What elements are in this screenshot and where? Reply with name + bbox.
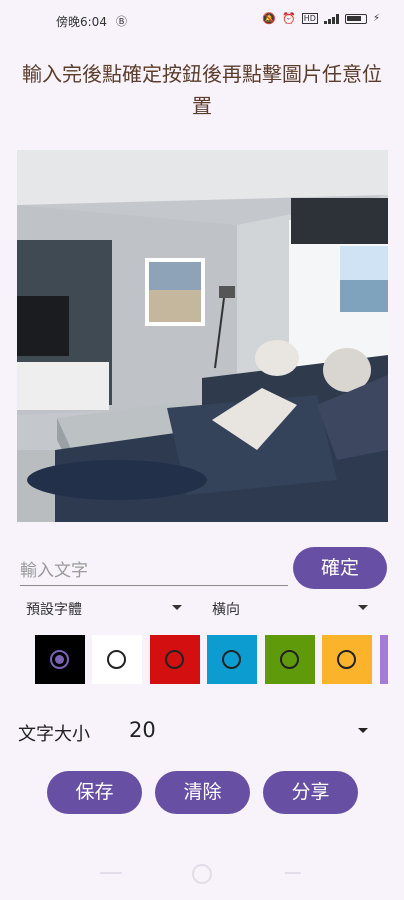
orientation-dropdown[interactable]: 橫向 [212,599,368,623]
chevron-down-icon [172,605,182,610]
color-swatch-green[interactable] [265,635,315,684]
text-size-label: 文字大小 [18,724,90,745]
color-radio [50,650,69,669]
hd-icon: HD [301,13,318,24]
color-swatch-red[interactable] [150,635,200,684]
confirm-button[interactable]: 確定 [293,547,387,589]
color-radio [337,650,356,669]
status-bar: 傍晚6:04 Ⓑ 🔕 ⏰ HD ⚡ [0,0,404,40]
system-nav-bar [0,850,404,900]
color-swatch-white[interactable] [92,635,142,684]
color-swatch-black[interactable] [35,635,85,684]
signal-icon [323,13,339,24]
save-button[interactable]: 保存 [47,771,142,814]
text-input[interactable] [20,556,288,586]
status-time: 傍晚6:04 [56,15,107,29]
color-swatch-blue[interactable] [207,635,257,684]
color-radio [107,650,126,669]
instruction-text: 輸入完後點確定按鈕後再點擊圖片任意位置 [22,62,382,118]
text-size-dropdown[interactable]: 20 [129,718,156,742]
font-dropdown-label: 預設字體 [26,602,82,618]
color-picker [35,635,388,685]
font-dropdown[interactable]: 預設字體 [26,599,182,623]
share-button[interactable]: 分享 [263,771,358,814]
sim-icon: Ⓑ [116,15,127,28]
recents-nav-icon[interactable] [100,872,122,874]
editable-photo[interactable] [17,150,388,522]
color-radio [222,650,241,669]
color-swatch-orange[interactable] [322,635,372,684]
charging-icon: ⚡ [372,13,380,24]
color-radio [280,650,299,669]
clear-button[interactable]: 清除 [155,771,250,814]
color-radio [165,650,184,669]
back-nav-icon[interactable] [285,872,301,874]
color-swatch-purple[interactable] [380,635,388,684]
alarm-icon: ⏰ [282,12,296,25]
living-room-image [17,150,388,522]
chevron-down-icon[interactable] [358,728,368,733]
battery-icon [344,13,367,24]
orientation-dropdown-label: 橫向 [212,602,240,618]
home-nav-icon[interactable] [192,864,212,884]
chevron-down-icon [358,605,368,610]
mute-icon: 🔕 [262,12,277,25]
